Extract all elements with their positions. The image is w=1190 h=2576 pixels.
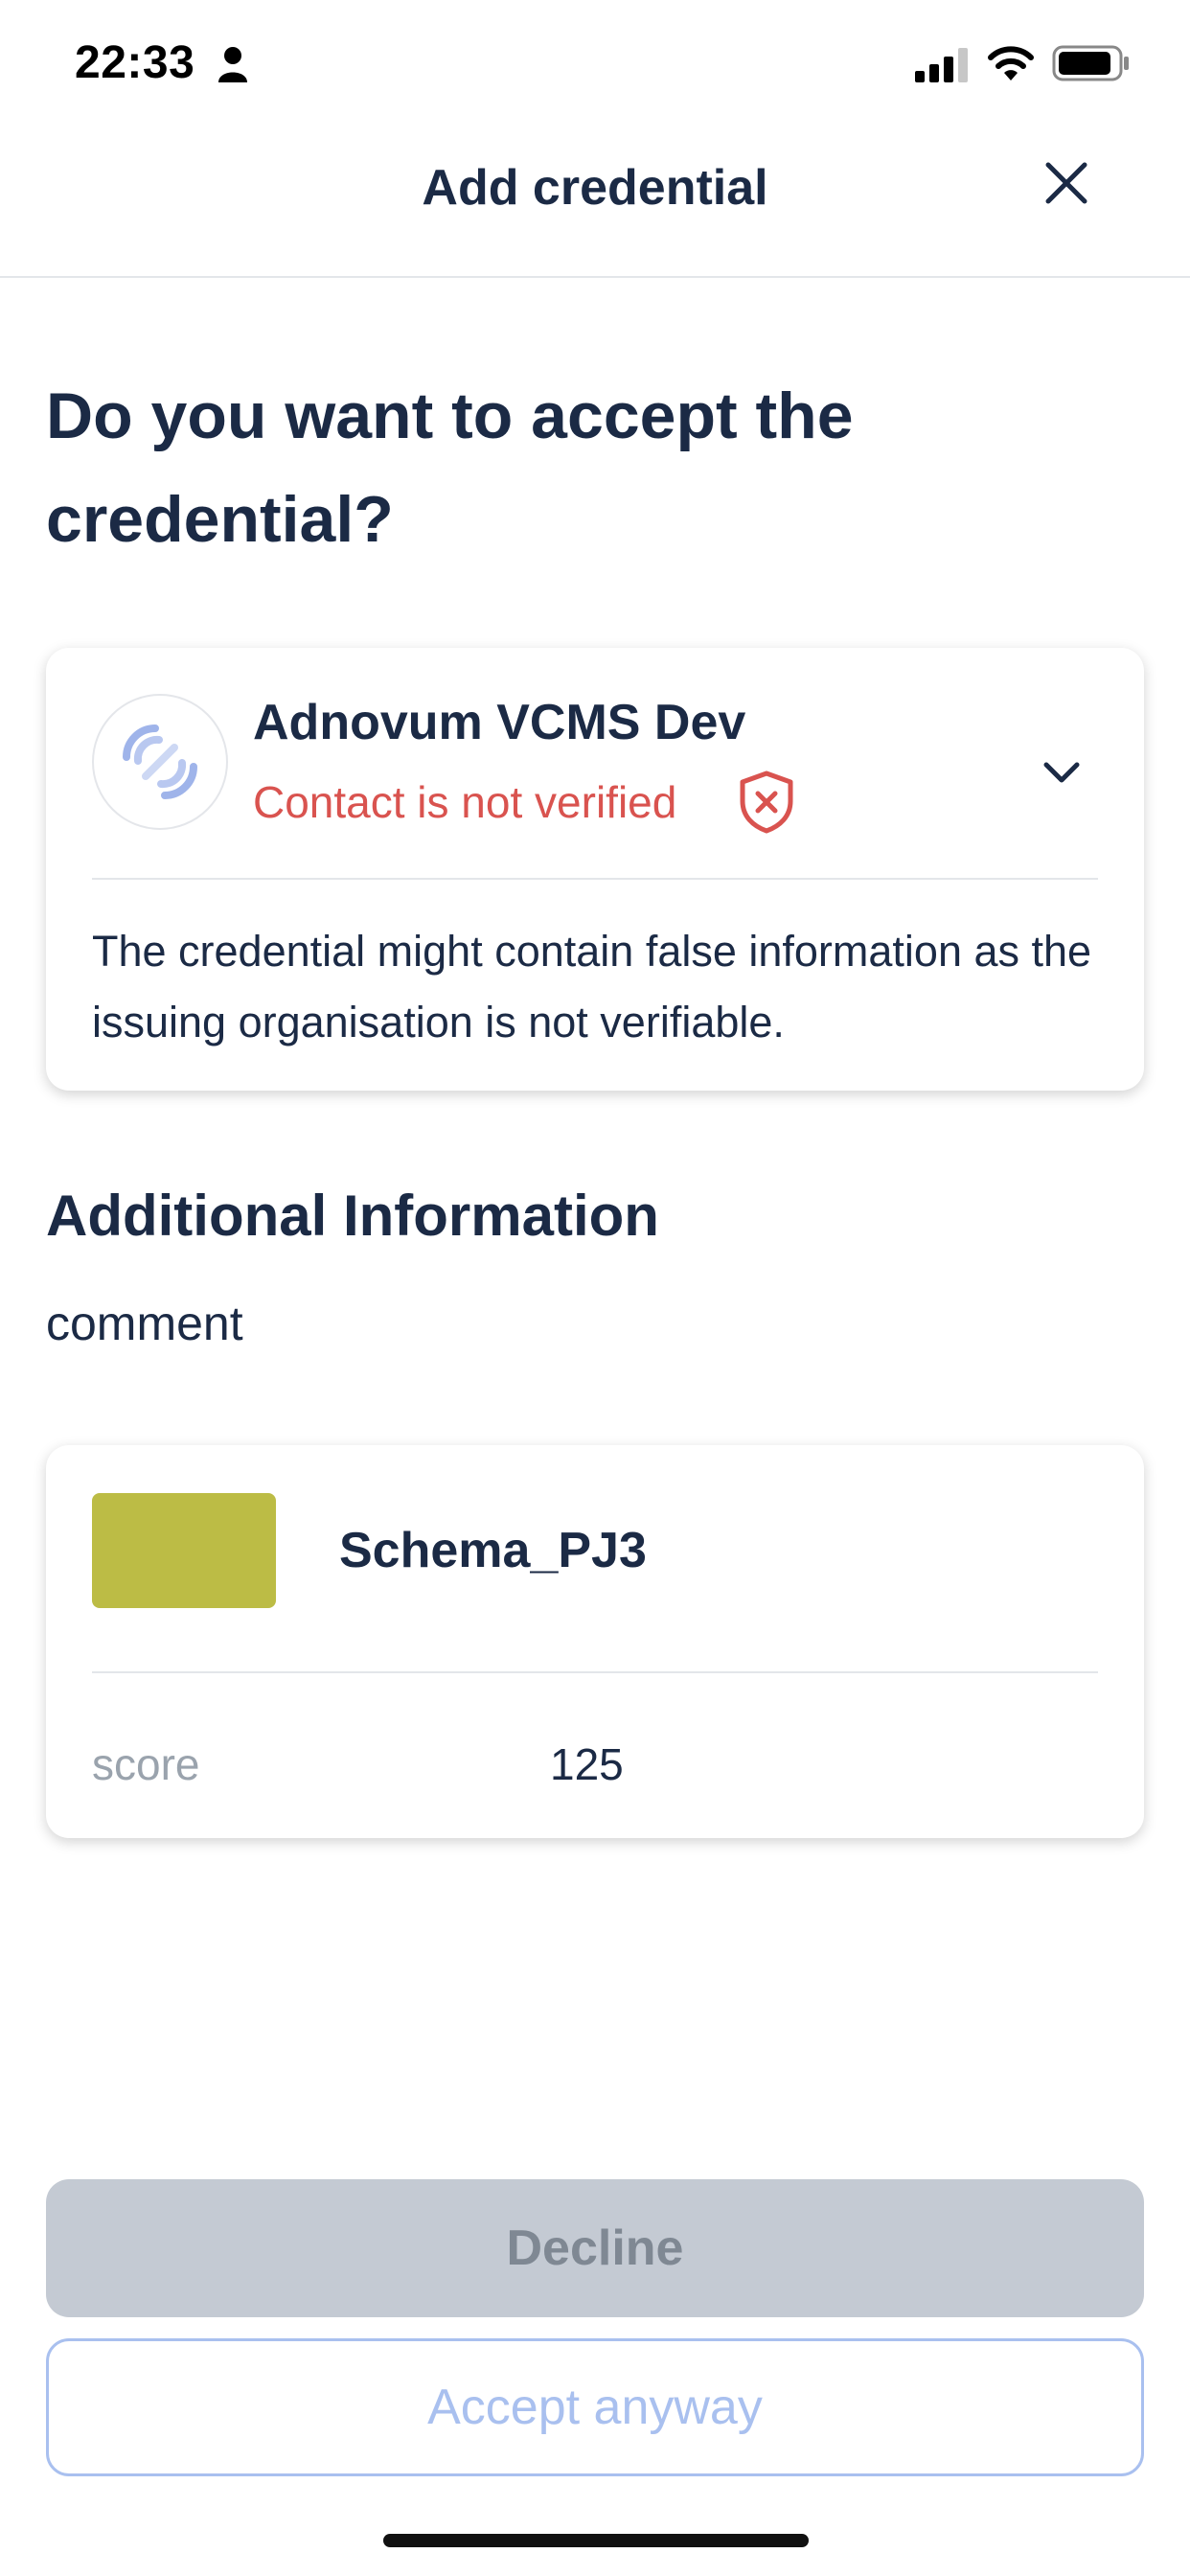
issuer-card[interactable]: Adnovum VCMS Dev Contact is not verified… xyxy=(46,648,1144,1091)
close-icon xyxy=(1045,162,1087,204)
expand-button[interactable] xyxy=(1033,744,1090,801)
credential-card[interactable]: Schema_PJ3 score 125 xyxy=(46,1445,1144,1838)
header: Add credential xyxy=(0,134,1190,278)
signal-icon xyxy=(915,48,968,82)
section-title: Additional Information xyxy=(46,1184,659,1248)
issuer-logo-icon xyxy=(123,724,197,799)
wifi-icon xyxy=(988,46,1034,80)
attribute-value: 125 xyxy=(550,1739,624,1789)
issuer-name: Adnovum VCMS Dev xyxy=(253,695,746,750)
close-button[interactable] xyxy=(1035,151,1098,215)
accept-anyway-button[interactable]: Accept anyway xyxy=(46,2338,1144,2476)
credential-name: Schema_PJ3 xyxy=(339,1523,647,1578)
card-divider xyxy=(92,878,1098,880)
header-title: Add credential xyxy=(422,160,768,216)
issuer-status: Contact is not verified xyxy=(253,777,677,827)
home-indicator xyxy=(383,2534,809,2547)
status-time: 22:33 xyxy=(75,37,195,88)
attribute-label: score xyxy=(92,1739,200,1789)
screen: 22:33 Add credential Do you want to acce… xyxy=(0,0,1190,2576)
decline-button[interactable]: Decline xyxy=(46,2179,1144,2317)
warning-text: The credential might contain false infor… xyxy=(92,927,1092,1046)
shield-x-icon xyxy=(740,770,793,834)
status-bar: 22:33 xyxy=(0,0,1190,134)
person-icon xyxy=(218,47,247,82)
battery-icon xyxy=(1052,45,1129,81)
chevron-down-icon xyxy=(1043,762,1080,783)
issuer-logo xyxy=(92,694,228,830)
page-title: Do you want to accept the credential? xyxy=(46,380,854,556)
credential-divider xyxy=(92,1671,1098,1673)
credential-thumbnail xyxy=(92,1493,276,1608)
section-comment: comment xyxy=(46,1297,243,1350)
